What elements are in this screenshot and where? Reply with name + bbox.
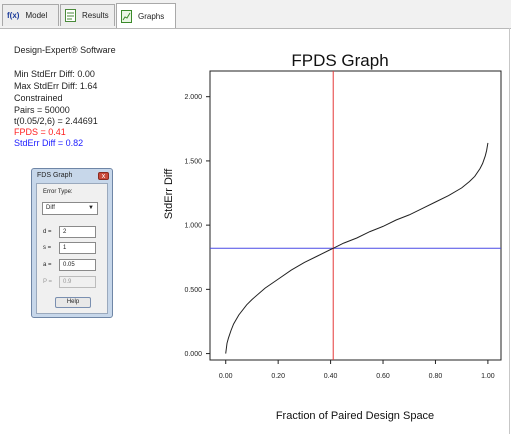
results-icon (65, 9, 76, 22)
max-stderr-diff: Max StdErr Diff: 1.64 (14, 81, 98, 91)
stderr-curve (225, 142, 489, 354)
tab-model-label: Model (25, 11, 48, 20)
error-type-select[interactable]: Diff ▼ (42, 202, 98, 215)
p-input: 0.9 (59, 276, 96, 288)
y-tick-label-0: 0.000 (184, 351, 202, 358)
error-type-label: Error Type: (43, 189, 73, 195)
window-edge (509, 28, 510, 434)
pairs-count: Pairs = 50000 (14, 105, 70, 115)
fds-graph-dialog: FDS Graph x Error Type: Diff ▼ d = 2 s =… (31, 168, 113, 318)
tab-graphs[interactable]: Graphs (116, 3, 176, 28)
constrained-label: Constrained (14, 93, 63, 103)
tab-model[interactable]: f(x) Model (2, 4, 59, 26)
graphs-icon (121, 9, 132, 23)
software-name: Design-Expert® Software (14, 45, 116, 55)
close-icon[interactable]: x (98, 172, 109, 180)
error-type-value: Diff (46, 205, 55, 211)
tab-results-label: Results (82, 11, 109, 20)
x-tick-label-5: 1.00 (481, 373, 495, 380)
a-label: a = (43, 262, 52, 268)
dialog-body: Error Type: Diff ▼ d = 2 s = 1 a = 0.05 … (36, 183, 108, 314)
d-label: d = (43, 229, 52, 235)
x-tick-label-2: 0.40 (324, 373, 338, 380)
x-tick-label-4: 0.80 (429, 373, 443, 380)
y-tick-label-4: 2.000 (184, 94, 202, 101)
s-input[interactable]: 1 (59, 242, 96, 254)
a-input[interactable]: 0.05 (59, 259, 96, 271)
d-input[interactable]: 2 (59, 226, 96, 238)
fpds-value: FPDS = 0.41 (14, 127, 66, 137)
x-tick-label-1: 0.20 (271, 373, 285, 380)
help-button[interactable]: Help (55, 297, 91, 308)
fx-icon: f(x) (7, 11, 20, 20)
chevron-down-icon: ▼ (88, 205, 94, 211)
plot-frame (209, 70, 502, 361)
y-tick-label-3: 1.500 (184, 158, 202, 165)
y-tick-label-1: 0.500 (184, 287, 202, 294)
t-value: t(0.05/2,6) = 2.44691 (14, 116, 98, 126)
x-tick-label-3: 0.60 (376, 373, 390, 380)
x-tick-label-0: 0.00 (219, 373, 233, 380)
s-label: s = (43, 245, 52, 251)
y-axis-label: StdErr Diff (163, 168, 175, 220)
x-axis-label: Fraction of Paired Design Space (275, 410, 435, 422)
chart-title: FPDS Graph (291, 51, 389, 70)
tab-bar: f(x) Model Results Graphs (0, 0, 511, 29)
y-tick-label-2: 1.000 (184, 223, 202, 230)
p-label: P = (43, 279, 53, 285)
min-stderr-diff: Min StdErr Diff: 0.00 (14, 69, 95, 79)
tab-graphs-label: Graphs (138, 11, 165, 21)
stderr-diff-value: StdErr Diff = 0.82 (14, 138, 84, 148)
dialog-title: FDS Graph (37, 172, 73, 179)
tab-results[interactable]: Results (60, 4, 115, 26)
